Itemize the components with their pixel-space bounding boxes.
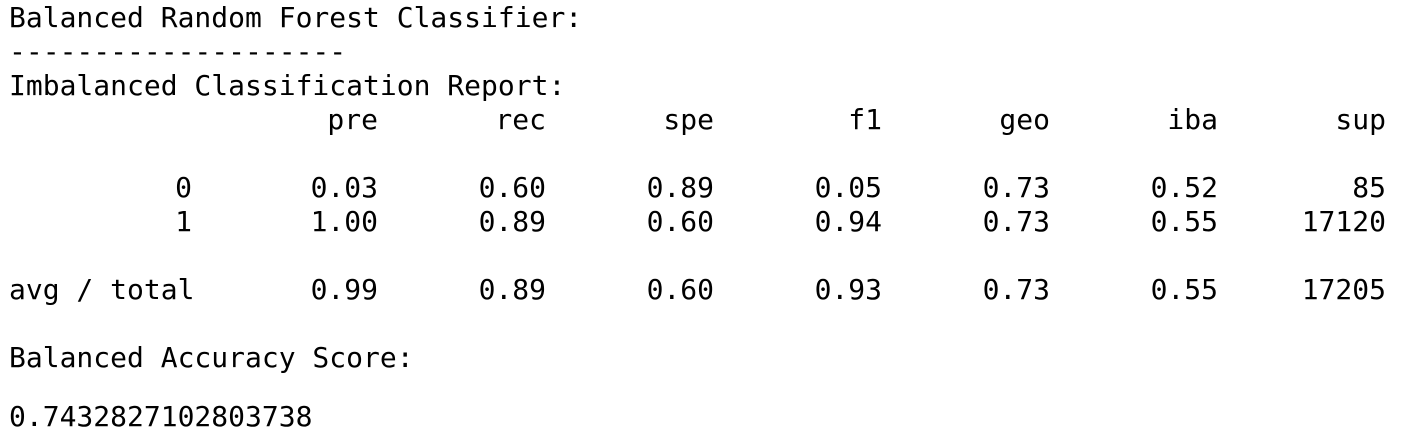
header-sup: sup xyxy=(1335,103,1386,136)
header-pre: pre xyxy=(327,103,378,136)
accuracy-label: Balanced Accuracy Score: xyxy=(9,341,414,374)
cell-spe: 0.89 xyxy=(646,171,714,204)
header-f1: f1 xyxy=(848,103,882,136)
cell-geo: 0.73 xyxy=(982,171,1050,204)
row-label: 1 xyxy=(175,205,192,238)
accuracy-value: 0.7432827102803738 xyxy=(9,400,313,433)
cell-iba: 0.55 xyxy=(1150,205,1218,238)
header-rec: rec xyxy=(495,103,546,136)
console-output: Balanced Random Forest Classifier: -----… xyxy=(0,0,1420,444)
header-iba: iba xyxy=(1167,103,1218,136)
cell-rec: 0.60 xyxy=(478,171,546,204)
row-label: 0 xyxy=(175,171,192,204)
header-spe: spe xyxy=(663,103,714,136)
report-title: Imbalanced Classification Report: xyxy=(9,69,566,102)
total-sup: 17205 xyxy=(1301,273,1386,306)
report-header-row: pre rec spe f1 geo iba sup xyxy=(0,103,1420,137)
cell-rec: 0.89 xyxy=(478,205,546,238)
header-geo: geo xyxy=(999,103,1050,136)
table-row: 1 1.00 0.89 0.60 0.94 0.73 0.55 17120 xyxy=(0,205,1420,239)
classifier-title: Balanced Random Forest Classifier: xyxy=(9,1,583,34)
cell-sup: 85 xyxy=(1352,171,1386,204)
total-f1: 0.93 xyxy=(814,273,882,306)
total-spe: 0.60 xyxy=(646,273,714,306)
cell-spe: 0.60 xyxy=(646,205,714,238)
total-geo: 0.73 xyxy=(982,273,1050,306)
cell-sup: 17120 xyxy=(1301,205,1386,238)
cell-pre: 0.03 xyxy=(310,171,378,204)
total-pre: 0.99 xyxy=(310,273,378,306)
total-label: avg / total xyxy=(9,273,195,306)
table-row: 0 0.03 0.60 0.89 0.05 0.73 0.52 85 xyxy=(0,171,1420,205)
cell-f1: 0.05 xyxy=(814,171,882,204)
cell-f1: 0.94 xyxy=(814,205,882,238)
total-iba: 0.55 xyxy=(1150,273,1218,306)
cell-pre: 1.00 xyxy=(310,205,378,238)
total-row: avg / total 0.99 0.89 0.60 0.93 0.73 0.5… xyxy=(0,273,1420,307)
cell-geo: 0.73 xyxy=(982,205,1050,238)
total-rec: 0.89 xyxy=(478,273,546,306)
separator-line: -------------------- xyxy=(9,35,347,68)
cell-iba: 0.52 xyxy=(1150,171,1218,204)
